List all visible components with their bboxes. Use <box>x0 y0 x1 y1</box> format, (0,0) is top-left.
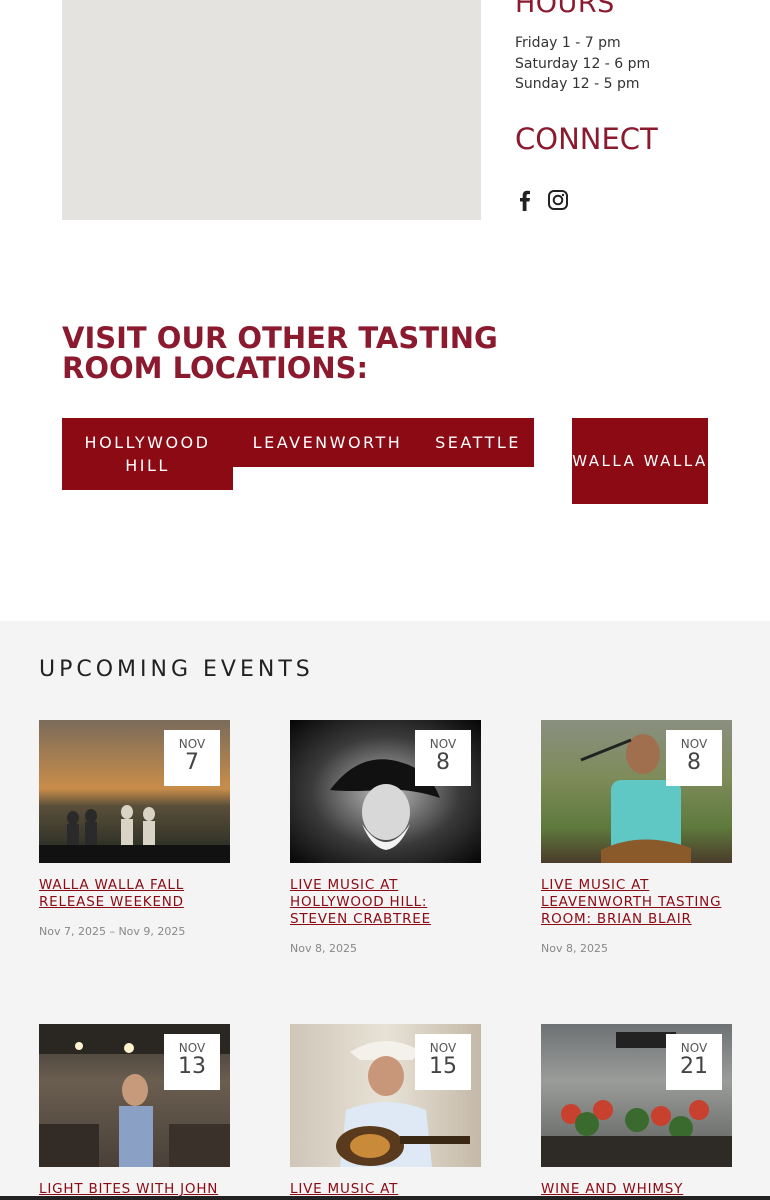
event-card[interactable]: NOV 15 LIVE MUSIC AT <box>290 1024 481 1198</box>
hours-list: Friday 1 - 7 pm Saturday 12 - 6 pm Sunda… <box>515 33 650 95</box>
social-links <box>515 188 568 212</box>
event-card[interactable]: NOV 13 LIGHT BITES WITH JOHN <box>39 1024 230 1198</box>
event-card[interactable]: NOV 8 LIVE MUSIC AT HOLLYWOOD HILL: STEV… <box>290 720 481 955</box>
event-card[interactable]: NOV 7 WALLA WALLA FALL RELEASE WEEKEND N… <box>39 720 230 938</box>
badge-month: NOV <box>680 1041 708 1055</box>
hours-title: HOURS <box>515 0 615 19</box>
event-title-link[interactable]: LIVE MUSIC AT LEAVENWORTH TASTING ROOM: … <box>541 877 732 928</box>
location-button-hollywood-hill[interactable]: HOLLYWOOD HILL <box>62 418 233 490</box>
badge-day: 8 <box>687 750 701 775</box>
event-date: Nov 8, 2025 <box>541 942 608 955</box>
event-image[interactable]: NOV 7 <box>39 720 230 863</box>
badge-day: 7 <box>185 750 199 775</box>
event-title-link[interactable]: WALLA WALLA FALL RELEASE WEEKEND <box>39 877 230 911</box>
event-image[interactable]: NOV 13 <box>39 1024 230 1167</box>
hours-line: Friday 1 - 7 pm <box>515 35 621 51</box>
badge-month: NOV <box>680 737 708 751</box>
instagram-icon[interactable] <box>547 188 568 212</box>
location-map[interactable] <box>62 0 481 220</box>
event-date: Nov 8, 2025 <box>290 942 357 955</box>
event-card[interactable]: NOV 8 LIVE MUSIC AT LEAVENWORTH TASTING … <box>541 720 732 955</box>
connect-title: CONNECT <box>515 122 658 156</box>
badge-month: NOV <box>178 737 206 751</box>
event-card[interactable]: NOV 21 WINE AND WHIMSY <box>541 1024 732 1198</box>
location-button-walla-walla[interactable]: WALLA WALLA <box>572 418 708 504</box>
event-image[interactable]: NOV 15 <box>290 1024 481 1167</box>
event-date: Nov 7, 2025 – Nov 9, 2025 <box>39 925 186 938</box>
location-button-seattle[interactable]: SEATTLE <box>422 418 534 467</box>
date-badge: NOV 15 <box>415 1034 471 1090</box>
date-badge: NOV 13 <box>164 1034 220 1090</box>
badge-day: 15 <box>429 1054 457 1079</box>
badge-day: 8 <box>436 750 450 775</box>
badge-month: NOV <box>178 1041 206 1055</box>
badge-month: NOV <box>429 1041 457 1055</box>
date-badge: NOV 8 <box>415 730 471 786</box>
upcoming-events-section: UPCOMING EVENTS NOV 7 WALLA WALLA FALL R… <box>0 621 770 1200</box>
location-button-leavenworth[interactable]: LEAVENWORTH <box>233 418 422 467</box>
hours-line: Saturday 12 - 6 pm <box>515 55 651 72</box>
event-image[interactable]: NOV 8 <box>541 720 732 863</box>
bottom-divider <box>0 1196 770 1200</box>
date-badge: NOV 8 <box>666 730 722 786</box>
event-image[interactable]: NOV 8 <box>290 720 481 863</box>
hours-line: Sunday 12 - 5 pm <box>515 76 640 92</box>
badge-day: 21 <box>680 1054 708 1079</box>
visit-title: VISIT OUR OTHER TASTING ROOM LOCATIONS: <box>62 321 498 385</box>
date-badge: NOV 7 <box>164 730 220 786</box>
badge-day: 13 <box>178 1054 206 1079</box>
event-title-link[interactable]: LIVE MUSIC AT HOLLYWOOD HILL: STEVEN CRA… <box>290 877 481 928</box>
date-badge: NOV 21 <box>666 1034 722 1090</box>
facebook-icon[interactable] <box>515 188 535 212</box>
event-image[interactable]: NOV 21 <box>541 1024 732 1167</box>
badge-month: NOV <box>429 737 457 751</box>
events-title: UPCOMING EVENTS <box>39 657 314 682</box>
